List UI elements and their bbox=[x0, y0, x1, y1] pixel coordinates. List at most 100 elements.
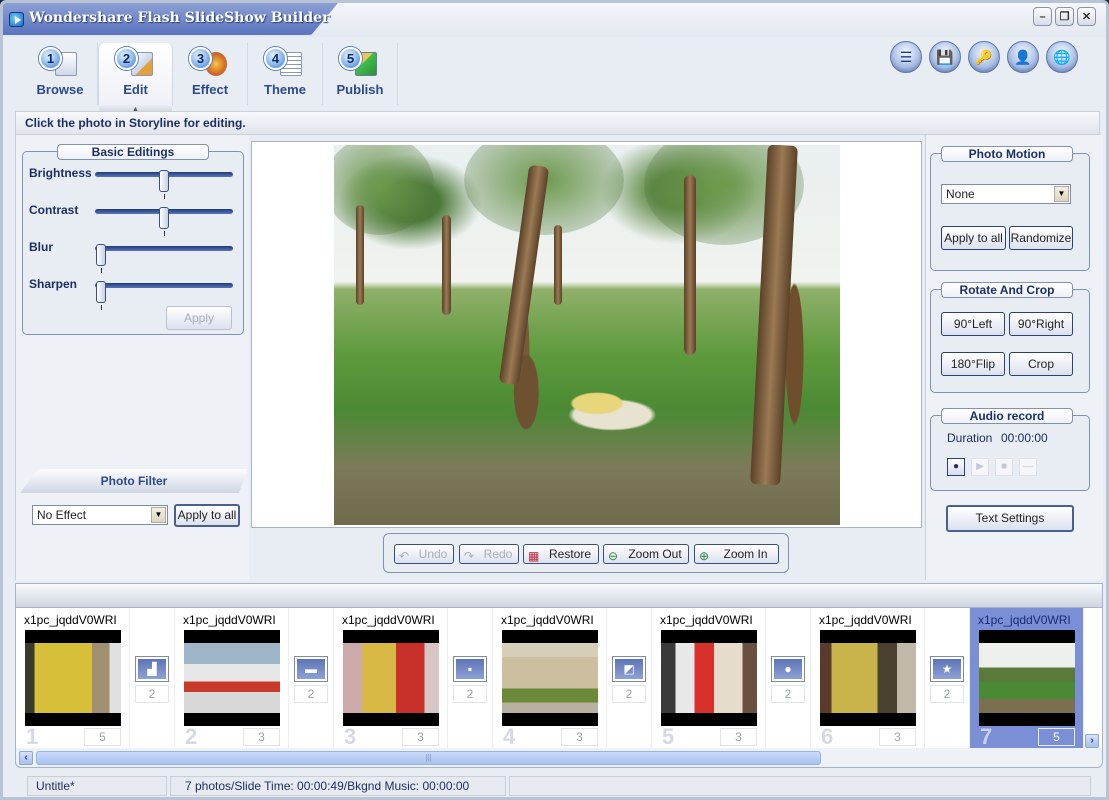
photo-motion-title: Photo Motion bbox=[941, 146, 1073, 162]
storyline-slide[interactable]: x1pc_jqddV0WRI 6 3 bbox=[811, 608, 925, 748]
chevron-down-icon[interactable]: ▼ bbox=[1054, 186, 1069, 202]
transition-duration[interactable]: 2 bbox=[453, 685, 487, 703]
slider-track[interactable] bbox=[95, 170, 233, 199]
account-button[interactable]: 👤 bbox=[1007, 41, 1039, 73]
slide-duration[interactable]: 3 bbox=[402, 728, 439, 746]
redo-label: Redo bbox=[483, 547, 513, 561]
storyline-slide[interactable]: x1pc_jqddV0WRI 2 3 bbox=[175, 608, 289, 748]
restore-button[interactable]: ▦ Restore bbox=[523, 544, 599, 564]
delete-audio-button[interactable]: — bbox=[1019, 458, 1037, 476]
slide-duration[interactable]: 3 bbox=[879, 728, 916, 746]
blur-slider[interactable]: Blur bbox=[29, 238, 239, 273]
photo-filter-select[interactable]: No Effect ▼ bbox=[32, 505, 168, 525]
storyline-transition[interactable]: ★ 2 bbox=[925, 608, 970, 748]
transition-icon[interactable]: ◩ bbox=[612, 656, 646, 682]
slider-thumb[interactable] bbox=[96, 244, 106, 266]
menu-button[interactable]: ☰ bbox=[890, 41, 922, 73]
transition-icon[interactable]: ● bbox=[771, 656, 805, 682]
storyline-transition[interactable]: ▟ 2 bbox=[130, 608, 175, 748]
slider-track[interactable] bbox=[95, 207, 233, 236]
transition-duration[interactable]: 2 bbox=[612, 685, 646, 703]
tab-browse[interactable]: 1 Browse bbox=[23, 43, 98, 105]
transition-duration[interactable]: 2 bbox=[294, 685, 328, 703]
tab-label: Theme bbox=[264, 82, 306, 97]
crop-button[interactable]: Crop bbox=[1009, 352, 1073, 376]
photo-preview[interactable] bbox=[251, 141, 922, 528]
tab-publish[interactable]: 5 Publish bbox=[323, 43, 398, 105]
storyline-slide[interactable]: x1pc_jqddV0WRI 3 3 bbox=[334, 608, 448, 748]
zoom-in-button[interactable]: ⊕ Zoom In bbox=[694, 544, 779, 564]
storyline-transition[interactable]: ● 2 bbox=[766, 608, 811, 748]
preview-photo[interactable] bbox=[334, 145, 840, 525]
slide-thumbnail[interactable] bbox=[343, 630, 439, 726]
slide-thumbnail[interactable] bbox=[979, 630, 1075, 726]
storyline-slide[interactable]: x1pc_jqddV0WRI 1 5 bbox=[16, 608, 130, 748]
slide-thumbnail[interactable] bbox=[184, 630, 280, 726]
stop-button[interactable]: ■ bbox=[995, 458, 1013, 476]
slide-duration[interactable]: 3 bbox=[561, 728, 598, 746]
slide-thumbnail[interactable] bbox=[820, 630, 916, 726]
transition-icon[interactable]: ▟ bbox=[135, 656, 169, 682]
text-settings-button[interactable]: Text Settings bbox=[946, 505, 1074, 532]
storyline-slide[interactable]: x1pc_jqddV0WRI 4 3 bbox=[493, 608, 607, 748]
contrast-slider[interactable]: Contrast bbox=[29, 201, 239, 236]
zoom-out-button[interactable]: ⊖ Zoom Out bbox=[603, 544, 689, 564]
slider-track[interactable] bbox=[95, 281, 233, 310]
close-button[interactable]: ✕ bbox=[1077, 7, 1096, 26]
rotate-left-button[interactable]: 90°Left bbox=[941, 312, 1005, 336]
slide-thumbnail[interactable] bbox=[25, 630, 121, 726]
slide-thumbnail[interactable] bbox=[502, 630, 598, 726]
transition-duration[interactable]: 2 bbox=[135, 685, 169, 703]
transition-duration[interactable]: 2 bbox=[771, 685, 805, 703]
undo-button[interactable]: ↶ Undo bbox=[394, 544, 454, 564]
scroll-left-button[interactable]: ‹ bbox=[19, 751, 33, 765]
photo-motion-select[interactable]: None ▼ bbox=[941, 184, 1071, 204]
redo-button[interactable]: ↷ Redo bbox=[459, 544, 519, 564]
flip-button[interactable]: 180°Flip bbox=[941, 352, 1005, 376]
storyline-slide[interactable]: x1pc_jqddV0WRI 5 3 bbox=[652, 608, 766, 748]
slider-thumb[interactable] bbox=[96, 281, 106, 303]
play-button[interactable]: ▶ bbox=[971, 458, 989, 476]
storyline-header bbox=[15, 583, 1103, 608]
scroll-thumb[interactable]: ||| bbox=[36, 751, 821, 765]
motion-apply-all-button[interactable]: Apply to all bbox=[941, 226, 1006, 250]
tab-edit[interactable]: 2 Edit ▲ bbox=[98, 43, 173, 114]
register-button[interactable]: 🔑 bbox=[968, 41, 1000, 73]
storyline-transition[interactable]: ▪ 2 bbox=[448, 608, 493, 748]
slide-duration[interactable]: 5 bbox=[1038, 728, 1075, 746]
minimize-button[interactable]: – bbox=[1033, 7, 1052, 26]
randomize-button[interactable]: Randomize bbox=[1009, 226, 1073, 250]
storyline-slide[interactable]: x1pc_jqddV0WRI 7 5 bbox=[970, 608, 1084, 748]
slide-thumbnail[interactable] bbox=[661, 630, 757, 726]
slide-duration[interactable]: 3 bbox=[243, 728, 280, 746]
chevron-down-icon[interactable]: ▼ bbox=[151, 507, 166, 523]
web-button[interactable]: 🌐 bbox=[1046, 41, 1078, 73]
slide-duration[interactable]: 5 bbox=[84, 728, 121, 746]
storyline-scrollbar[interactable]: ‹ ||| › bbox=[15, 734, 1103, 768]
rotate-right-button[interactable]: 90°Right bbox=[1009, 312, 1073, 336]
storyline-transition[interactable]: ▬ 2 bbox=[289, 608, 334, 748]
storyline-transition[interactable]: ◩ 2 bbox=[607, 608, 652, 748]
chevron-left-icon: ‹ bbox=[24, 752, 28, 763]
slide-duration[interactable]: 3 bbox=[720, 728, 757, 746]
tab-theme[interactable]: 4 Theme bbox=[248, 43, 323, 105]
sharpen-slider[interactable]: Sharpen bbox=[29, 275, 239, 310]
transition-duration[interactable]: 2 bbox=[930, 685, 964, 703]
slider-thumb[interactable] bbox=[159, 170, 169, 192]
apply-button[interactable]: Apply bbox=[166, 306, 232, 330]
slider-thumb[interactable] bbox=[159, 207, 169, 229]
save-button[interactable]: 💾 bbox=[929, 41, 961, 73]
record-button[interactable]: ● bbox=[947, 458, 965, 476]
slider-track[interactable] bbox=[95, 244, 233, 273]
transition-icon[interactable]: ▪ bbox=[453, 656, 487, 682]
transition-icon[interactable]: ★ bbox=[930, 656, 964, 682]
thumbnail-image bbox=[661, 643, 757, 713]
filter-apply-all-button[interactable]: Apply to all bbox=[174, 504, 240, 527]
tab-effect[interactable]: 3 Effect bbox=[173, 43, 248, 105]
scroll-right-button[interactable]: › bbox=[1085, 734, 1099, 748]
restore-button[interactable]: ❐ bbox=[1055, 7, 1074, 26]
transition-icon[interactable]: ▬ bbox=[294, 656, 328, 682]
left-panel: Basic Editings Brightness Contrast Blur bbox=[15, 135, 249, 580]
brightness-slider[interactable]: Brightness bbox=[29, 164, 239, 199]
step-number: 3 bbox=[189, 47, 212, 70]
